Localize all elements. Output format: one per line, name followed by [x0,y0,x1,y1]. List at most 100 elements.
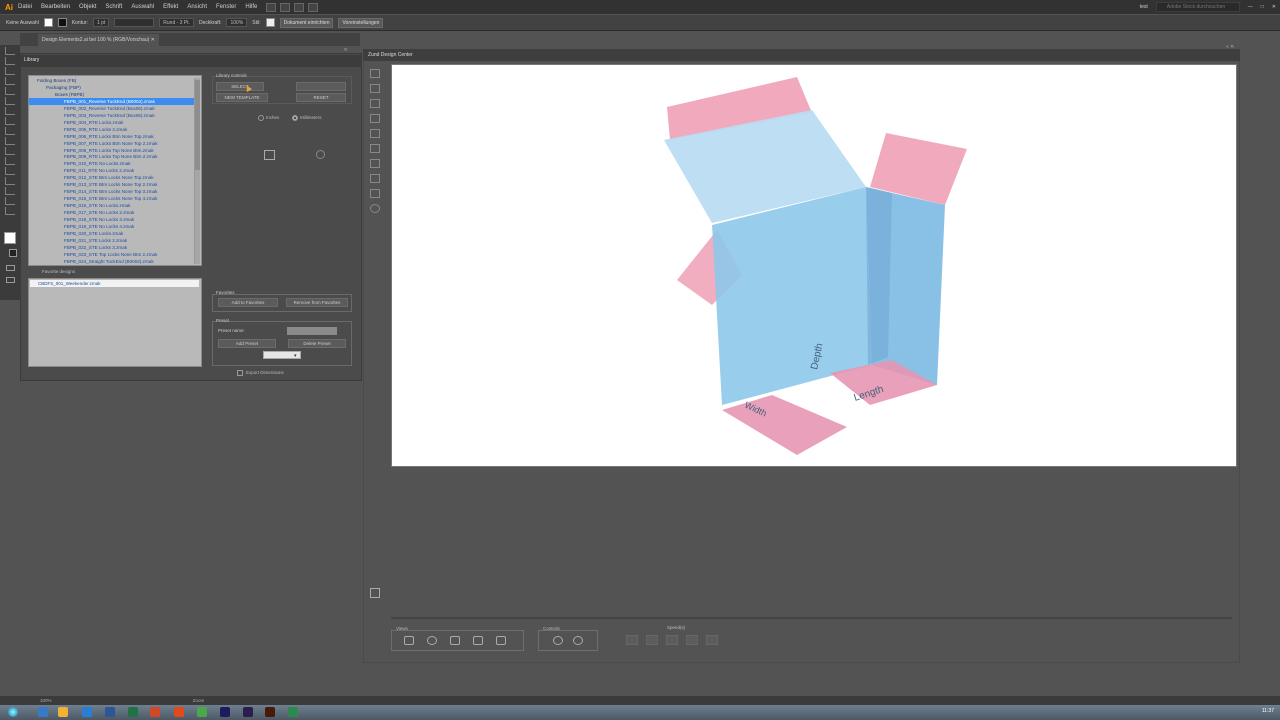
menu-schrift[interactable]: Schrift [105,4,122,10]
menu-effekt[interactable]: Effekt [163,4,178,10]
indesign-icon[interactable] [220,707,230,717]
measure-tool-icon[interactable] [370,144,380,153]
draw-mode-icon[interactable] [6,265,15,271]
menu-ansicht[interactable]: Ansicht [187,4,207,10]
direct-selection-tool-icon[interactable] [5,57,15,65]
tree-item[interactable]: FBPB_017_STE No Locks 2.zmak [29,209,195,216]
powerpoint-icon[interactable] [150,707,160,717]
prev-frame-icon[interactable] [646,635,658,645]
tree-item[interactable]: FBPB_002_Reverse TuckEnd (Box06).zmak [29,105,195,112]
first-frame-icon[interactable] [626,635,638,645]
zoom-level[interactable]: 100% [40,698,52,703]
firefox-icon[interactable] [174,707,184,717]
play-icon[interactable] [666,635,678,645]
panel-expand-icon[interactable]: « ✕ [1226,44,1234,50]
tree-item[interactable]: FBPB_023_STE Top Locks None Btm 2.zmak [29,251,195,258]
tree-item[interactable]: FBPB_012_STE Btm Locks None Top.zmak [29,174,195,181]
menu-hilfe[interactable]: Hilfe [245,4,257,10]
library-tree[interactable]: Folding Boxes (FB) Packaging (FBP) Boxes (… [28,75,202,266]
rotate-tool-icon[interactable] [5,137,15,145]
unfold-tool-icon[interactable] [370,84,380,93]
last-frame-icon[interactable] [706,635,718,645]
excel-icon[interactable] [128,707,138,717]
tree-item[interactable]: FBPB_007_RTE Locks Btm None Top 2.zmak [29,140,195,147]
shape-builder-icon[interactable] [5,167,15,175]
start-button-icon[interactable] [8,707,18,717]
tree-group[interactable]: Packaging (FBP) [29,84,195,91]
export-dimensions-checkbox[interactable] [237,370,243,376]
cut-tool-icon[interactable] [370,99,380,108]
gradient-tool-icon[interactable] [5,177,15,185]
menu-datei[interactable]: Datei [18,4,32,10]
glue-tool-icon[interactable] [370,129,380,138]
stock-icon[interactable] [280,2,291,12]
template-preview-icon[interactable] [264,150,275,160]
millimeters-radio[interactable] [292,115,298,121]
settings-gear-icon[interactable] [370,204,380,213]
close-icon[interactable]: ✕ [1272,4,1276,10]
stock-search-input[interactable]: Adobe Stock durchsuchen [1155,2,1240,12]
stroke-color-icon[interactable] [9,249,17,257]
tree-scroll-thumb[interactable] [195,80,200,170]
menu-fenster[interactable]: Fenster [216,4,236,10]
eyedropper-tool-icon[interactable] [5,187,15,195]
rectangle-tool-icon[interactable] [5,97,15,105]
add-to-favorites-button[interactable]: Add to Favorites [218,298,278,307]
snapshot-icon[interactable] [370,588,380,598]
illustrator-taskbar-icon[interactable] [265,707,275,717]
arrange-icon[interactable] [294,2,305,12]
view-top-icon[interactable] [427,636,437,645]
tree-item[interactable]: FBPB_003_Reverse TuckEnd (Box06).zmak [29,112,195,119]
tree-item[interactable]: FBPB_016_STE No Locks.zmak [29,202,195,209]
layer-tool-icon[interactable] [370,174,380,183]
chrome-icon[interactable] [197,707,207,717]
stroke-weight-field[interactable]: 1 pt [92,18,110,27]
next-frame-icon[interactable] [686,635,698,645]
tree-item[interactable]: FBPB_004_RTE Locks.zmak [29,119,195,126]
tree-item[interactable]: FBPB_006_RTE Locks Btm None Top.zmak [29,133,195,140]
browser-icon[interactable] [82,707,92,717]
tree-item[interactable]: FBPB_021_STE Locks 2.zmak [29,237,195,244]
tree-item[interactable]: FBPB_001_Reverse TuckEnd (B0002).zmak [29,97,195,105]
app-taskbar-icon[interactable] [288,707,298,717]
maximize-icon[interactable]: □ [1261,4,1264,10]
menu-auswahl[interactable]: Auswahl [131,4,154,10]
view-3d-icon[interactable] [404,636,414,645]
document-setup-button[interactable]: Dokument einrichten [279,17,334,28]
tree-item[interactable]: FBPB_005_RTE Locks 2.zmak [29,126,195,133]
tree-item[interactable]: FBPB_013_STE Btm Locks None Top 2.zmak [29,181,195,188]
bridge-icon[interactable] [266,2,277,12]
zoom-tool-icon[interactable] [5,207,15,215]
type-tool-icon[interactable] [5,77,15,85]
zoom-control-icon[interactable] [573,636,583,645]
minimize-icon[interactable]: — [1248,4,1253,10]
tree-item[interactable]: FBPB_014_STE Btm Locks None Top 3.zmak [29,188,195,195]
tree-group[interactable]: Boxes (FBPB) [29,91,195,98]
style-swatch[interactable] [265,18,275,27]
tree-item[interactable]: FBPB_020_STE Locks.zmak [29,230,195,237]
inches-radio[interactable] [258,115,264,121]
tree-item[interactable]: FBPB_024_Straight TuckEnd (B0004).zmak [29,258,195,265]
3d-viewport[interactable]: Depth Width Length [391,64,1237,467]
tree-item[interactable]: FBPB_022_STE Locks 3.zmak [29,244,195,251]
gpu-icon[interactable] [308,2,319,12]
document-tab[interactable]: Design Elements2.ai bei 100 % (RGB/Vorsc… [38,34,159,46]
add-preset-button[interactable]: Add Preset [218,339,276,348]
reset-button[interactable]: RESET [296,93,346,102]
refresh-icon[interactable] [316,150,325,159]
eraser-tool-icon[interactable] [5,127,15,135]
select-button[interactable]: SELECT [216,82,264,91]
word-icon[interactable] [105,707,115,717]
preferences-button[interactable]: Voreinstellungen [338,17,384,28]
tree-item[interactable]: FBPB_011_RTE No Locks 2.zmak [29,167,195,174]
fill-swatch[interactable] [43,18,53,27]
workspace-switcher[interactable]: test [1140,4,1148,10]
view-side-icon[interactable] [473,636,483,645]
menu-bearbeiten[interactable]: Bearbeiten [41,4,70,10]
width-tool-icon[interactable] [5,157,15,165]
explorer-icon[interactable] [38,707,48,717]
tree-item[interactable]: FBPB_009_RTE Locks Top None Btm 2.zmak [29,153,195,160]
pen-tool-icon[interactable] [5,67,15,75]
brush-dropdown[interactable]: Rund - 3 Pt. [159,18,194,27]
fill-color-icon[interactable] [4,232,16,244]
